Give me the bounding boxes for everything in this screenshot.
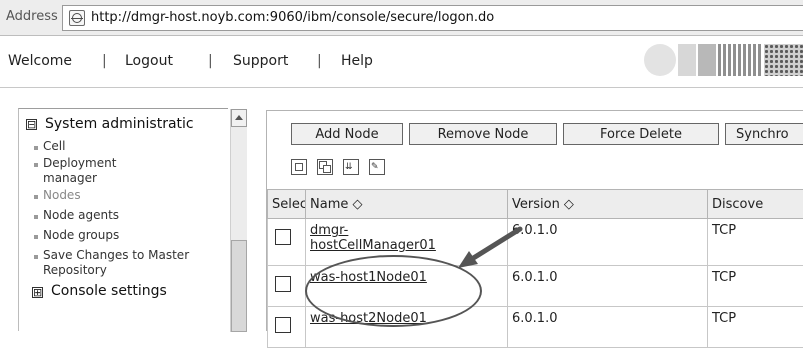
sidebar-section-system-administration[interactable]: System administratic [45, 116, 194, 132]
product-banner [644, 44, 803, 76]
bullet-icon [34, 255, 38, 259]
node-link[interactable]: hostCellManager01 [310, 238, 436, 253]
version-cell: 6.0.1.0 [508, 266, 708, 307]
clear-filter-icon[interactable]: ✎ [369, 159, 385, 175]
version-cell: 6.0.1.0 [508, 307, 708, 348]
banner-block-graphic [698, 44, 716, 76]
sidebar-scrollbar[interactable] [230, 109, 247, 332]
expand-filter-icon[interactable]: ⇊ [343, 159, 359, 175]
sidebar-section-console-settings[interactable]: Console settings [51, 283, 167, 299]
select-cell [268, 307, 306, 348]
bullet-icon [34, 235, 38, 239]
node-link[interactable]: dmgr- [310, 223, 348, 238]
deselect-all-icon[interactable] [317, 159, 333, 175]
nav-support[interactable]: Support [233, 53, 288, 69]
page-icon [69, 10, 85, 26]
nav-separator: | [317, 53, 322, 69]
column-header-select: Select [268, 190, 306, 219]
banner-block-graphic [678, 44, 696, 76]
expand-icon[interactable]: ⊞ [32, 287, 43, 298]
scroll-up-arrow-icon[interactable] [231, 109, 247, 127]
select-cell [268, 219, 306, 266]
address-label: Address [6, 9, 58, 24]
bullet-icon [34, 215, 38, 219]
discovery-cell: TCP [708, 219, 803, 266]
banner-dots-graphic [764, 44, 803, 76]
scrollbar-thumb[interactable] [231, 240, 247, 332]
version-cell: 6.0.1.0 [508, 219, 708, 266]
row-checkbox[interactable] [275, 229, 291, 245]
banner-stripes-graphic [718, 44, 762, 76]
discovery-cell: TCP [708, 266, 803, 307]
column-header-name[interactable]: Name ◇ [306, 190, 508, 219]
bullet-icon [34, 146, 38, 150]
column-header-version[interactable]: Version ◇ [508, 190, 708, 219]
add-node-button[interactable]: Add Node [291, 123, 403, 145]
bullet-icon [34, 163, 38, 167]
url-text[interactable]: http://dmgr-host.noyb.com:9060/ibm/conso… [91, 10, 494, 25]
navigation-sidebar: ⊟ System administratic Cell Deployment m… [0, 88, 246, 331]
synchronize-button[interactable]: Synchro [725, 123, 803, 145]
sidebar-item-nodes[interactable]: Nodes [43, 188, 81, 203]
select-all-icon[interactable] [291, 159, 307, 175]
sidebar-item-deployment-manager[interactable]: Deployment manager [43, 156, 163, 186]
top-nav: Welcome | Logout | Support | Help [0, 36, 803, 88]
remove-node-button[interactable]: Remove Node [409, 123, 557, 145]
banner-circle-graphic [644, 44, 676, 76]
nav-separator: | [102, 53, 107, 69]
collapse-icon[interactable]: ⊟ [26, 119, 37, 130]
sidebar-item-node-groups[interactable]: Node groups [43, 228, 119, 243]
sidebar-item-node-agents[interactable]: Node agents [43, 208, 119, 223]
nav-help[interactable]: Help [341, 53, 373, 69]
table-header-row: Select Name ◇ Version ◇ Discove [268, 190, 803, 219]
nav-logout[interactable]: Logout [125, 53, 173, 69]
table-row: dmgr- hostCellManager01 6.0.1.0 TCP [268, 219, 803, 266]
nav-welcome[interactable]: Welcome [8, 53, 72, 69]
bullet-icon [34, 195, 38, 199]
discovery-cell: TCP [708, 307, 803, 348]
select-cell [268, 266, 306, 307]
highlight-ellipse [305, 255, 482, 327]
sidebar-item-cell[interactable]: Cell [43, 139, 65, 154]
row-checkbox[interactable] [275, 276, 291, 292]
address-bar: Address http://dmgr-host.noyb.com:9060/i… [0, 0, 803, 36]
column-header-discovery[interactable]: Discove [708, 190, 803, 219]
sidebar-item-save-changes[interactable]: Save Changes to Master Repository [43, 248, 193, 278]
sidebar-frame: ⊟ System administratic Cell Deployment m… [18, 108, 228, 331]
force-delete-button[interactable]: Force Delete [563, 123, 719, 145]
url-field[interactable]: http://dmgr-host.noyb.com:9060/ibm/conso… [62, 5, 803, 31]
nav-separator: | [208, 53, 213, 69]
